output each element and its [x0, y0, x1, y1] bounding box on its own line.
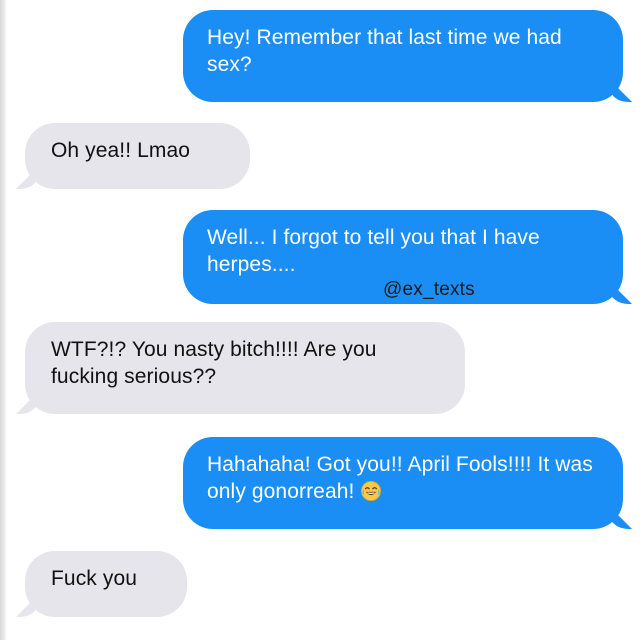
tears-of-joy-emoji-icon [361, 481, 382, 501]
sent-message-bubble[interactable]: Hahahaha! Got you!! April Fools!!!! It w… [183, 437, 623, 529]
received-message-bubble[interactable]: WTF?!? You nasty bitch!!!! Are you fucki… [25, 322, 465, 414]
sent-message-bubble[interactable]: Hey! Remember that last time we had sex? [183, 10, 623, 102]
received-message-bubble[interactable]: Oh yea!! Lmao [25, 123, 250, 189]
message-text: Oh yea!! Lmao [51, 139, 191, 162]
message-thread: Hey! Remember that last time we had sex?… [0, 0, 640, 640]
message-text: Well... I forgot to tell you that I have… [207, 226, 540, 276]
message-text: Hey! Remember that last time we had sex? [207, 26, 562, 76]
message-text: WTF?!? You nasty bitch!!!! Are you fucki… [51, 338, 377, 388]
message-text: Hahahaha! Got you!! April Fools!!!! It w… [207, 453, 593, 503]
received-message-bubble[interactable]: Fuck you [25, 551, 187, 617]
message-text: Fuck you [51, 567, 137, 590]
watermark-handle: @ex_texts [383, 279, 475, 300]
